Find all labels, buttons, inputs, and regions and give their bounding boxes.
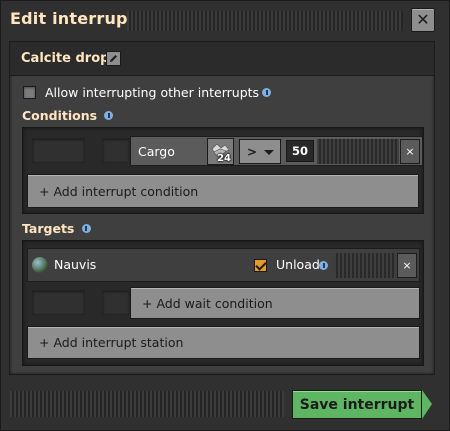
edit-interrupt-window: Edit interrupt ✕ Calcite drop Allow inte… xyxy=(0,0,450,431)
close-button[interactable]: ✕ xyxy=(411,8,435,32)
condition-row: Cargo 24 > 50 × xyxy=(130,136,423,166)
condition-value-input[interactable]: 50 xyxy=(286,140,314,162)
save-arrow-tip xyxy=(422,390,432,419)
allow-interrupting-label: Allow interrupting other interrupts xyxy=(45,85,260,100)
window-title: Edit interrupt xyxy=(10,9,136,28)
allow-interrupting-checkbox[interactable] xyxy=(23,86,36,99)
condition-item-count: 24 xyxy=(217,153,231,164)
wait-connector-slot xyxy=(102,290,130,315)
wait-connector-slot xyxy=(32,290,85,315)
condition-drag-handle[interactable] xyxy=(317,139,399,164)
target-name: Nauvis xyxy=(54,257,97,272)
title-bar: Edit interrupt ✕ xyxy=(1,1,450,39)
condition-type-label: Cargo xyxy=(138,144,175,159)
conditions-label: Conditions xyxy=(22,108,98,123)
add-wait-condition-button[interactable]: + Add wait condition xyxy=(130,287,420,319)
condition-connector-slot xyxy=(102,138,130,163)
target-row: Nauvis Unload × xyxy=(27,248,420,282)
planet-icon xyxy=(32,257,48,273)
allow-interrupting-row: Allow interrupting other interrupts xyxy=(23,85,272,100)
info-icon xyxy=(262,88,272,97)
rename-button[interactable] xyxy=(106,51,121,66)
close-icon: ✕ xyxy=(416,10,430,29)
condition-connector-slot xyxy=(32,138,85,163)
pencil-icon xyxy=(110,55,117,62)
comparator-dropdown[interactable]: > xyxy=(239,139,281,164)
add-interrupt-station-button[interactable]: + Add interrupt station xyxy=(27,326,420,359)
unload-checkbox[interactable] xyxy=(254,259,267,272)
targets-label: Targets xyxy=(22,221,75,236)
window-drag-handle[interactable] xyxy=(127,11,403,31)
comparator-value: > xyxy=(247,144,258,159)
targets-box: Nauvis Unload × + Add wait condition + A… xyxy=(22,240,424,366)
interrupt-name: Calcite drop xyxy=(21,51,110,66)
conditions-box: Cargo 24 > 50 × + Add interrupt conditio… xyxy=(22,127,424,214)
save-interrupt-button[interactable]: Save interrupt xyxy=(292,390,422,419)
add-interrupt-condition-button[interactable]: + Add interrupt condition xyxy=(27,174,419,208)
remove-target-button[interactable]: × xyxy=(397,253,417,278)
footer-drag-handle[interactable] xyxy=(10,391,284,417)
remove-condition-button[interactable]: × xyxy=(400,139,420,164)
condition-item-slot[interactable]: 24 xyxy=(207,138,234,165)
interrupt-panel: Calcite drop Allow interrupting other in… xyxy=(9,41,435,375)
target-drag-handle[interactable] xyxy=(334,253,396,278)
conditions-label-row: Conditions xyxy=(22,108,114,123)
info-icon xyxy=(319,261,328,270)
unload-label: Unload xyxy=(276,257,320,272)
info-icon xyxy=(104,111,114,120)
info-icon xyxy=(81,224,91,233)
chevron-down-icon xyxy=(264,150,274,155)
interrupt-header: Calcite drop xyxy=(10,42,434,76)
targets-label-row: Targets xyxy=(22,221,91,236)
